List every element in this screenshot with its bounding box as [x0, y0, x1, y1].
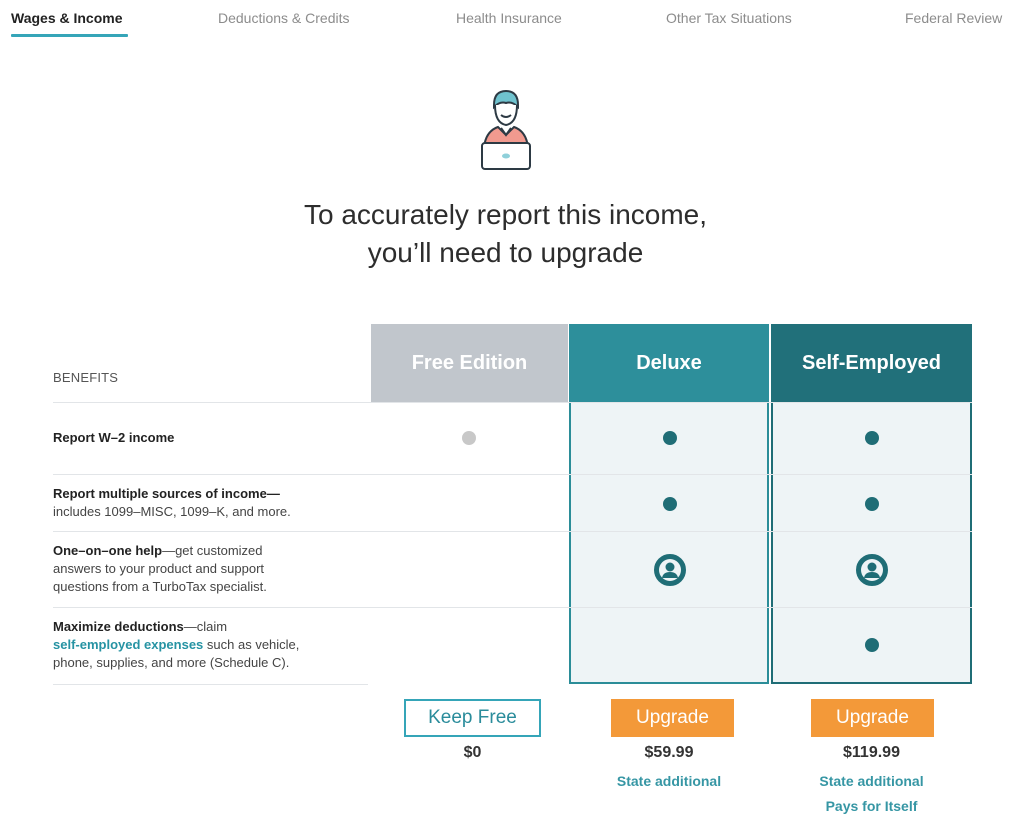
- keep-free-button[interactable]: Keep Free: [404, 699, 541, 737]
- headline-line-1: To accurately report this income,: [303, 199, 708, 230]
- plan-header-free-edition: Free Edition: [371, 324, 568, 402]
- included-dot-self-employed: [865, 638, 879, 652]
- row-divider: [53, 684, 368, 685]
- benefit-title: Report W–2 income: [53, 430, 175, 445]
- tab-other-tax-situations[interactable]: Other Tax Situations: [666, 10, 792, 26]
- tab-deductions-credits[interactable]: Deductions & Credits: [218, 10, 350, 26]
- benefit-description-lead: —get customized: [162, 543, 263, 558]
- benefit-description-lead: —claim: [183, 619, 228, 634]
- progress-tabs: Wages & Income Deductions & Credits Heal…: [0, 0, 1011, 40]
- included-dot-self-employed: [865, 497, 879, 511]
- self-employed-expenses-link[interactable]: self-employed expenses: [53, 637, 203, 652]
- benefit-title: Maximize deductions: [53, 619, 184, 634]
- benefit-title: One–on–one help: [53, 543, 163, 558]
- price-free: $0: [463, 744, 482, 761]
- benefit-maximize-deductions: Maximize deductions—claim self-employed …: [53, 618, 353, 672]
- row-divider: [53, 474, 972, 475]
- active-tab-indicator: [11, 34, 128, 37]
- page-title: To accurately report this income, you’ll…: [0, 196, 1011, 272]
- tab-wages-income[interactable]: Wages & Income: [11, 10, 123, 26]
- upgrade-self-employed-button[interactable]: Upgrade: [811, 699, 934, 737]
- included-dot-free: [462, 431, 476, 445]
- state-additional-link-deluxe[interactable]: State additional: [569, 773, 769, 789]
- headline-line-2: you’ll need to upgrade: [367, 237, 644, 268]
- benefit-one-on-one-help: One–on–one help—get customized answers t…: [53, 542, 353, 596]
- tab-federal-review[interactable]: Federal Review: [905, 10, 1002, 26]
- benefit-multiple-income: Report multiple sources of income— inclu…: [53, 485, 353, 521]
- row-divider: [53, 402, 972, 403]
- upgrade-deluxe-button[interactable]: Upgrade: [611, 699, 734, 737]
- benefit-description: phone, supplies, and more (Schedule C).: [53, 655, 290, 670]
- price-self-employed: $119.99: [843, 744, 900, 761]
- benefits-header: BENEFITS: [53, 370, 119, 385]
- pays-for-itself-link[interactable]: Pays for Itself: [771, 798, 972, 814]
- person-at-laptop-icon: [481, 89, 531, 170]
- price-deluxe: $59.99: [644, 744, 694, 761]
- row-divider: [53, 531, 972, 532]
- plan-header-self-employed: Self-Employed: [771, 324, 972, 402]
- row-divider: [53, 607, 972, 608]
- benefit-description: includes 1099–MISC, 1099–K, and more.: [53, 504, 291, 519]
- person-help-icon: [654, 554, 686, 586]
- benefit-report-w2: Report W–2 income: [53, 429, 353, 447]
- person-help-icon: [856, 554, 888, 586]
- benefit-description: answers to your product and support: [53, 561, 265, 576]
- state-additional-link-self-employed[interactable]: State additional: [771, 773, 972, 789]
- included-dot-deluxe: [663, 431, 677, 445]
- benefit-title: Report multiple sources of income—: [53, 486, 280, 501]
- tab-health-insurance[interactable]: Health Insurance: [456, 10, 562, 26]
- included-dot-deluxe: [663, 497, 677, 511]
- included-dot-self-employed: [865, 431, 879, 445]
- benefit-description: questions from a TurboTax specialist.: [53, 579, 267, 594]
- benefit-description: such as vehicle,: [203, 637, 300, 652]
- plan-header-deluxe: Deluxe: [569, 324, 769, 402]
